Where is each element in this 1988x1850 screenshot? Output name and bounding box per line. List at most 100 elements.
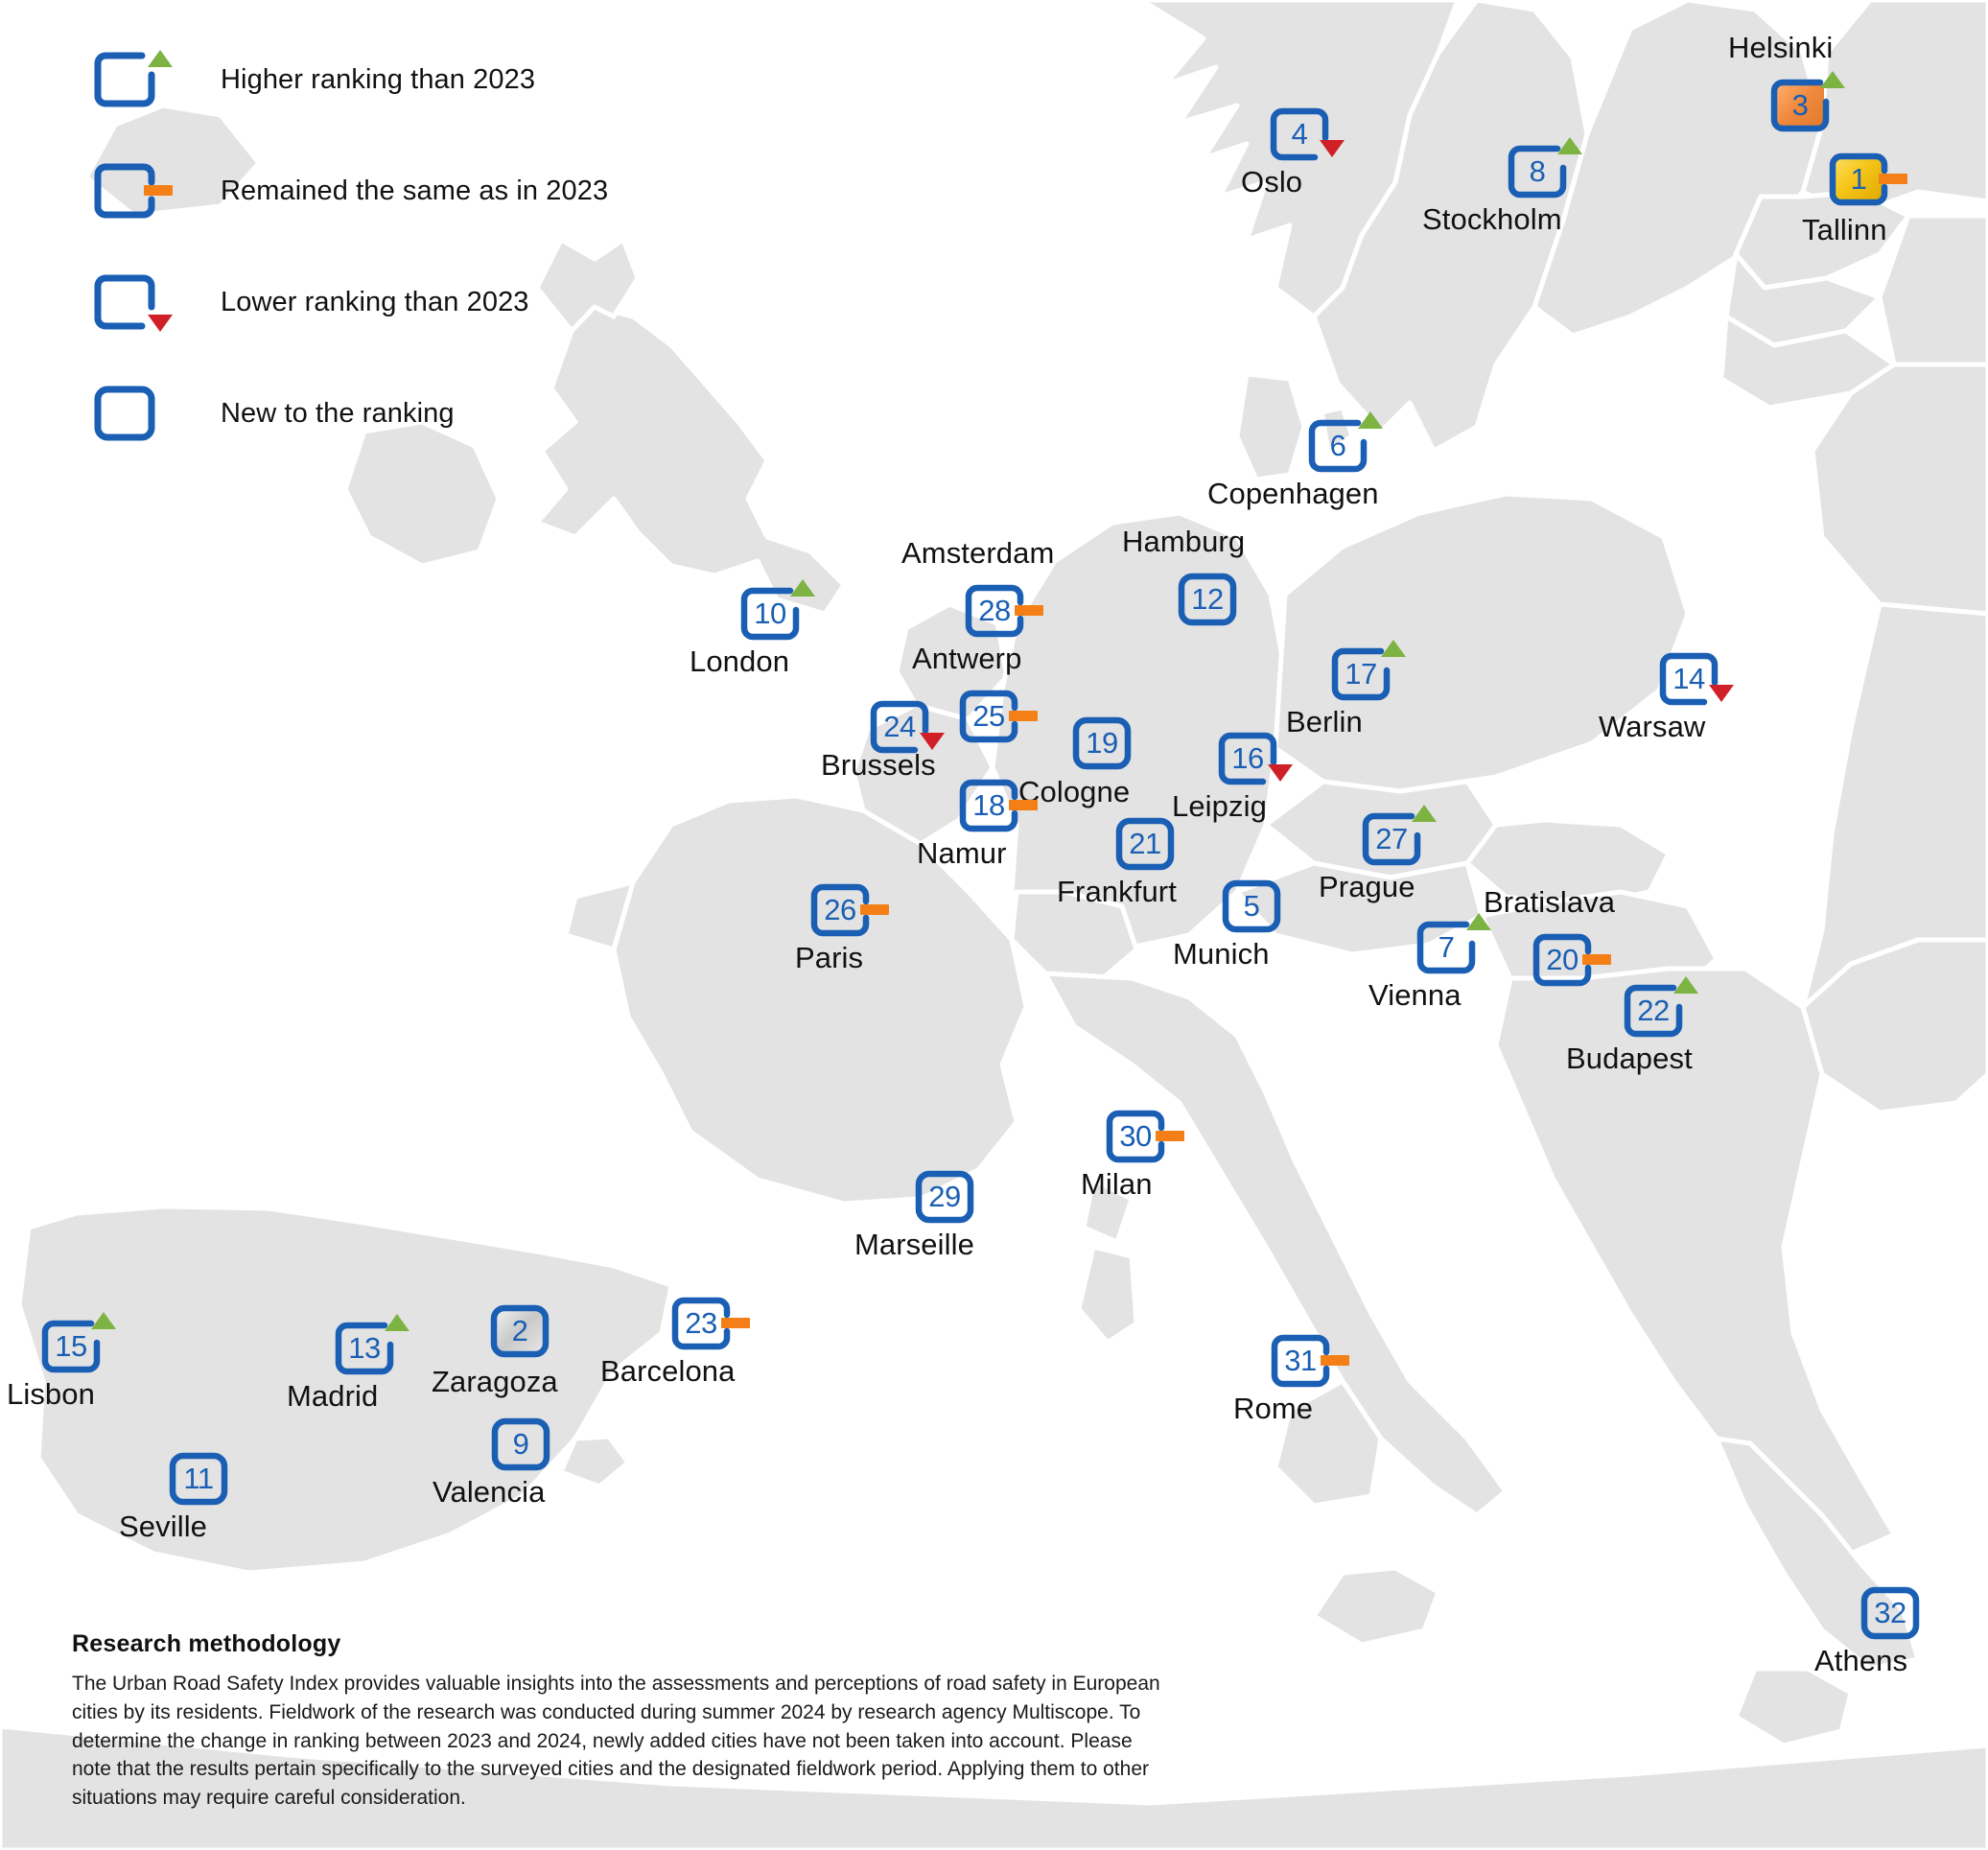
city-marker-copenhagen[interactable]: 6: [1308, 411, 1383, 473]
rank-badge[interactable]: 17: [1331, 640, 1406, 701]
city-marker-prague[interactable]: 27: [1362, 805, 1437, 866]
city-label-madrid: Madrid: [287, 1379, 379, 1413]
city-label-zaragoza: Zaragoza: [432, 1365, 558, 1398]
rank-badge[interactable]: 21: [1115, 815, 1175, 871]
city-marker-leipzig[interactable]: 16: [1218, 730, 1293, 785]
city-marker-helsinki[interactable]: 3: [1770, 71, 1845, 132]
rank-badge[interactable]: 9: [491, 1416, 550, 1471]
rank-badge[interactable]: 12: [1178, 571, 1237, 626]
dash-icon: [1582, 954, 1611, 965]
city-marker-munich[interactable]: 5: [1222, 878, 1281, 933]
rank-badge[interactable]: 15: [41, 1312, 116, 1373]
city-marker-antwerp[interactable]: 25: [959, 688, 1038, 743]
triangle-down-icon: [1709, 685, 1734, 702]
legend-badge-new: [92, 384, 186, 443]
triangle-down-icon: [920, 733, 945, 750]
city-marker-namur[interactable]: 18: [959, 777, 1038, 832]
rank-badge[interactable]: 1: [1829, 151, 1907, 206]
rank-number: 11: [183, 1461, 214, 1495]
city-label-oslo: Oslo: [1241, 165, 1303, 199]
rank-badge[interactable]: 19: [1072, 714, 1132, 770]
rank-badge[interactable]: 18: [959, 777, 1038, 832]
dash-icon: [144, 185, 173, 196]
city-marker-madrid[interactable]: 13: [335, 1314, 409, 1375]
city-marker-barcelona[interactable]: 23: [671, 1295, 750, 1350]
city-label-stockholm: Stockholm: [1422, 202, 1562, 236]
city-marker-zaragoza[interactable]: 2: [490, 1302, 550, 1358]
city-marker-lisbon[interactable]: 15: [41, 1312, 116, 1373]
rank-badge[interactable]: 31: [1271, 1332, 1349, 1388]
city-marker-budapest[interactable]: 22: [1624, 976, 1698, 1038]
city-marker-london[interactable]: 10: [740, 579, 815, 641]
rank-badge[interactable]: 28: [965, 582, 1043, 638]
legend-item: Higher ranking than 2023: [92, 50, 687, 109]
city-marker-seville[interactable]: 11: [169, 1450, 228, 1506]
rank-badge[interactable]: 16: [1218, 730, 1293, 785]
city-marker-milan[interactable]: 30: [1106, 1108, 1184, 1163]
city-marker-oslo[interactable]: 4: [1270, 105, 1345, 161]
rank-badge[interactable]: 29: [915, 1168, 974, 1224]
rank-badge[interactable]: 14: [1659, 650, 1734, 706]
city-label-leipzig: Leipzig: [1172, 789, 1267, 823]
triangle-up-icon: [1673, 976, 1698, 994]
city-marker-rome[interactable]: 31: [1271, 1332, 1349, 1388]
city-marker-frankfurt[interactable]: 21: [1115, 815, 1175, 871]
city-label-namur: Namur: [917, 836, 1007, 870]
city-label-bratislava: Bratislava: [1484, 885, 1616, 919]
city-marker-athens[interactable]: 32: [1860, 1584, 1920, 1640]
rank-badge[interactable]: 5: [1222, 878, 1281, 933]
rank-badge[interactable]: 6: [1308, 411, 1383, 473]
city-label-hamburg: Hamburg: [1122, 525, 1246, 558]
triangle-up-icon: [1820, 71, 1845, 88]
rank-badge[interactable]: 2: [490, 1302, 550, 1358]
city-marker-bratislava[interactable]: 20: [1532, 931, 1611, 987]
rank-badge[interactable]: 24: [870, 698, 945, 754]
city-label-tallinn: Tallinn: [1802, 213, 1887, 246]
legend-item: New to the ranking: [92, 384, 687, 443]
city-marker-paris[interactable]: 26: [810, 881, 889, 937]
city-marker-warsaw[interactable]: 14: [1659, 650, 1734, 706]
city-label-munich: Munich: [1173, 937, 1270, 971]
rank-badge[interactable]: 26: [810, 881, 889, 937]
city-marker-hamburg[interactable]: 12: [1178, 571, 1237, 626]
city-label-valencia: Valencia: [433, 1475, 546, 1509]
rank-badge[interactable]: 25: [959, 688, 1038, 743]
city-marker-vienna[interactable]: 7: [1416, 913, 1491, 974]
rank-badge[interactable]: 8: [1508, 137, 1582, 199]
city-label-helsinki: Helsinki: [1728, 31, 1834, 64]
rank-badge[interactable]: 20: [1532, 931, 1611, 987]
dash-icon: [1009, 711, 1038, 721]
dash-icon: [1156, 1131, 1184, 1141]
city-marker-brussels[interactable]: 24: [870, 698, 945, 754]
triangle-up-icon: [148, 50, 173, 67]
rank-badge[interactable]: 22: [1624, 976, 1698, 1038]
rank-badge[interactable]: 27: [1362, 805, 1437, 866]
legend-label-new: New to the ranking: [221, 397, 455, 429]
city-marker-cologne[interactable]: 19: [1072, 714, 1132, 770]
city-label-seville: Seville: [119, 1510, 208, 1543]
city-marker-tallinn[interactable]: 1: [1829, 151, 1907, 206]
city-marker-berlin[interactable]: 17: [1331, 640, 1406, 701]
rank-badge[interactable]: 11: [169, 1450, 228, 1506]
city-marker-stockholm[interactable]: 8: [1508, 137, 1582, 199]
city-marker-marseille[interactable]: 29: [915, 1168, 974, 1224]
rank-badge[interactable]: 4: [1270, 105, 1345, 161]
rank-badge[interactable]: 23: [671, 1295, 750, 1350]
rank-number: 29: [928, 1179, 961, 1213]
rank-badge[interactable]: 30: [1106, 1108, 1184, 1163]
rank-badge[interactable]: 13: [335, 1314, 409, 1375]
legend-label-same: Remained the same as in 2023: [221, 175, 609, 206]
city-label-copenhagen: Copenhagen: [1207, 477, 1379, 510]
badge-outline-icon: [92, 384, 157, 443]
rank-badge[interactable]: 32: [1860, 1584, 1920, 1640]
city-marker-amsterdam[interactable]: 28: [965, 582, 1043, 638]
rank-number: 12: [1191, 581, 1224, 616]
rank-badge[interactable]: 10: [740, 579, 815, 641]
rank-badge[interactable]: 7: [1416, 913, 1491, 974]
rank-badge[interactable]: 3: [1770, 71, 1845, 132]
rank-number: 19: [1086, 725, 1118, 760]
legend-badge-higher: [92, 50, 186, 109]
city-label-milan: Milan: [1081, 1167, 1153, 1201]
city-marker-valencia[interactable]: 9: [491, 1416, 550, 1471]
triangle-up-icon: [385, 1314, 409, 1331]
